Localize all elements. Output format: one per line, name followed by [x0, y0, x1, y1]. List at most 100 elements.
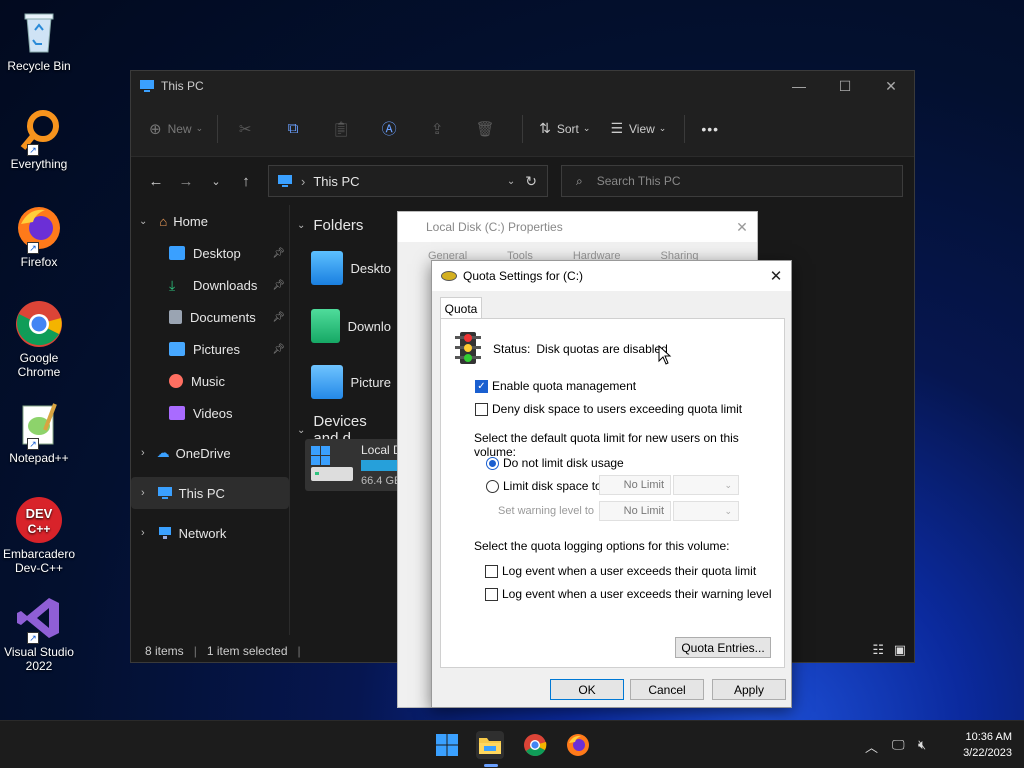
warning-level-label: Set warning level to [498, 505, 594, 517]
sort-button[interactable]: ⇅ Sort ⌄ [539, 120, 590, 137]
breadcrumb[interactable]: This PC [313, 174, 359, 189]
forward-arrow-icon[interactable]: → [171, 173, 201, 190]
taskbar-chrome[interactable] [521, 731, 549, 759]
firefox-icon [567, 734, 589, 756]
back-arrow-icon[interactable]: ← [141, 173, 171, 190]
deny-disk-space-checkbox[interactable]: Deny disk space to users exceeding quota… [475, 402, 742, 416]
quota-titlebar[interactable]: Quota Settings for (C:) ✕ [432, 261, 791, 291]
rename-icon[interactable]: Ⓐ [378, 118, 400, 140]
more-options-button[interactable]: ••• [701, 121, 719, 137]
everything-search-icon: ↗ [15, 106, 63, 156]
tiles-view-icon[interactable]: ▣ [894, 642, 906, 658]
desktop-icon-visual-studio[interactable]: ↗ Visual Studio 2022 [2, 594, 76, 673]
sidebar-item-label: Music [191, 373, 225, 389]
active-app-indicator [484, 764, 498, 767]
status-separator: | [297, 644, 301, 658]
desktop-icon-recycle-bin[interactable]: Recycle Bin [2, 8, 76, 73]
warning-unit-select[interactable]: ⌄ [673, 501, 739, 521]
enable-quota-checkbox[interactable]: ✓ Enable quota management [475, 379, 636, 393]
plus-circle-icon: ⊕ [149, 120, 162, 138]
desktop-icon-firefox[interactable]: ↗ Firefox [2, 204, 76, 269]
section-heading: Select the default quota limit for new u… [474, 431, 739, 459]
sidebar-item-label: This PC [178, 485, 225, 501]
no-limit-radio[interactable]: Do not limit disk usage [486, 456, 624, 470]
close-button[interactable]: ✕ [761, 267, 791, 285]
sidebar-item-documents[interactable]: Documents 📌︎ [131, 301, 289, 333]
checkbox-label: Log event when a user exceeds their warn… [502, 587, 772, 601]
recent-locations-chevron-icon[interactable]: ⌄ [201, 175, 231, 188]
chevron-right-icon: › [141, 447, 145, 459]
minimize-button[interactable]: — [776, 71, 822, 101]
maximize-button[interactable]: ☐ [822, 71, 868, 101]
refresh-icon[interactable]: ↻ [525, 173, 537, 190]
desktop-icon-everything[interactable]: ↗ Everything [2, 106, 76, 171]
limit-disk-space-radio[interactable]: Limit disk space to [486, 479, 602, 493]
start-button[interactable] [433, 731, 461, 759]
drive-tile-local-disk[interactable]: Local D 66.4 GE [305, 439, 405, 491]
show-hidden-icons-chevron[interactable]: ︿ [865, 737, 878, 756]
quota-entries-button[interactable]: Quota Entries... [675, 637, 771, 658]
clock[interactable]: 10:36 AM 3/22/2023 [963, 729, 1012, 761]
folder-pictures[interactable]: Picture [311, 365, 391, 399]
warning-value-field[interactable]: No Limit [599, 501, 671, 521]
cut-icon[interactable]: ✂ [234, 118, 256, 140]
search-box[interactable]: ⌕ Search This PC [561, 165, 903, 197]
properties-titlebar[interactable]: Local Disk (C:) Properties ✕ [398, 212, 757, 242]
desktop-icon-notepadpp[interactable]: ↗ Notepad++ [2, 400, 76, 465]
apply-button[interactable]: Apply [712, 679, 786, 700]
explorer-titlebar[interactable]: This PC — ☐ ✕ [131, 71, 914, 101]
folders-section-header[interactable]: ⌄ Folders [297, 217, 363, 234]
desktop-icon-devcpp[interactable]: DEV C++ Embarcadero Dev-C++ [2, 496, 76, 575]
selection-count: 1 item selected [206, 644, 288, 658]
folder-desktop[interactable]: Deskto [311, 251, 391, 285]
up-arrow-icon[interactable]: ↑ [231, 173, 261, 190]
default-limit-heading: Select the default quota limit for new u… [474, 431, 784, 459]
paste-icon[interactable]: 📋︎ [330, 118, 352, 140]
view-button[interactable]: ☰ View ⌄ [610, 120, 666, 137]
desktop-icon-label: Notepad++ [9, 451, 69, 465]
tab-quota[interactable]: Quota [440, 297, 482, 319]
sidebar-item-network[interactable]: › Network [131, 517, 289, 549]
delete-icon[interactable]: 🗑︎ [474, 118, 496, 140]
folder-downloads[interactable]: Downlo [311, 309, 391, 343]
log-warning-level-checkbox[interactable]: Log event when a user exceeds their warn… [485, 587, 772, 601]
sidebar-item-desktop[interactable]: Desktop 📌︎ [131, 237, 289, 269]
new-label: New [167, 121, 192, 136]
copy-icon[interactable]: ⧉ [282, 118, 304, 140]
svg-text:C++: C++ [28, 522, 51, 536]
chevron-down-icon: ⌄ [582, 123, 591, 133]
sidebar-item-home[interactable]: ⌄ ⌂ Home [131, 205, 289, 237]
new-button[interactable]: ⊕ New ⌄ [149, 120, 203, 138]
details-view-icon[interactable]: ☷ [872, 642, 884, 658]
sidebar-item-this-pc[interactable]: › This PC [131, 477, 289, 509]
sidebar-item-music[interactable]: Music [131, 365, 289, 397]
network-status-icon[interactable]: 🖵︎ [892, 737, 905, 753]
sidebar-item-downloads[interactable]: ⤓ Downloads 📌︎ [131, 269, 289, 301]
recycle-bin-icon [15, 8, 63, 56]
ok-button[interactable]: OK [550, 679, 624, 700]
quota-status: Status: Disk quotas are disabled [493, 342, 668, 356]
traffic-light-icon [455, 332, 481, 364]
share-icon[interactable]: ⇪ [426, 118, 448, 140]
pane-divider[interactable] [289, 205, 290, 635]
breadcrumb-separator-icon: › [301, 173, 306, 189]
taskbar-file-explorer[interactable] [476, 731, 504, 759]
home-icon: ⌂ [159, 213, 168, 229]
quota-settings-dialog[interactable]: Quota Settings for (C:) ✕ Quota Status: … [431, 260, 792, 708]
sidebar-item-onedrive[interactable]: › ☁ OneDrive [131, 437, 289, 469]
volume-muted-icon[interactable]: 🔇︎ [918, 737, 926, 753]
address-bar[interactable]: › This PC ⌄ ↻ [268, 165, 548, 197]
limit-unit-select[interactable]: ⌄ [673, 475, 739, 495]
documents-icon [169, 310, 182, 324]
log-quota-limit-checkbox[interactable]: Log event when a user exceeds their quot… [485, 564, 756, 578]
close-button[interactable]: ✕ [727, 219, 757, 236]
desktop-icon-chrome[interactable]: Google Chrome [2, 300, 76, 379]
address-dropdown-icon[interactable]: ⌄ [507, 176, 515, 187]
limit-value-field[interactable]: No Limit [599, 475, 671, 495]
sidebar-item-videos[interactable]: Videos [131, 397, 289, 429]
taskbar-firefox[interactable] [564, 731, 592, 759]
sort-label: Sort [556, 121, 579, 136]
close-button[interactable]: ✕ [868, 71, 914, 101]
cancel-button[interactable]: Cancel [630, 679, 704, 700]
sidebar-item-pictures[interactable]: Pictures 📌︎ [131, 333, 289, 365]
